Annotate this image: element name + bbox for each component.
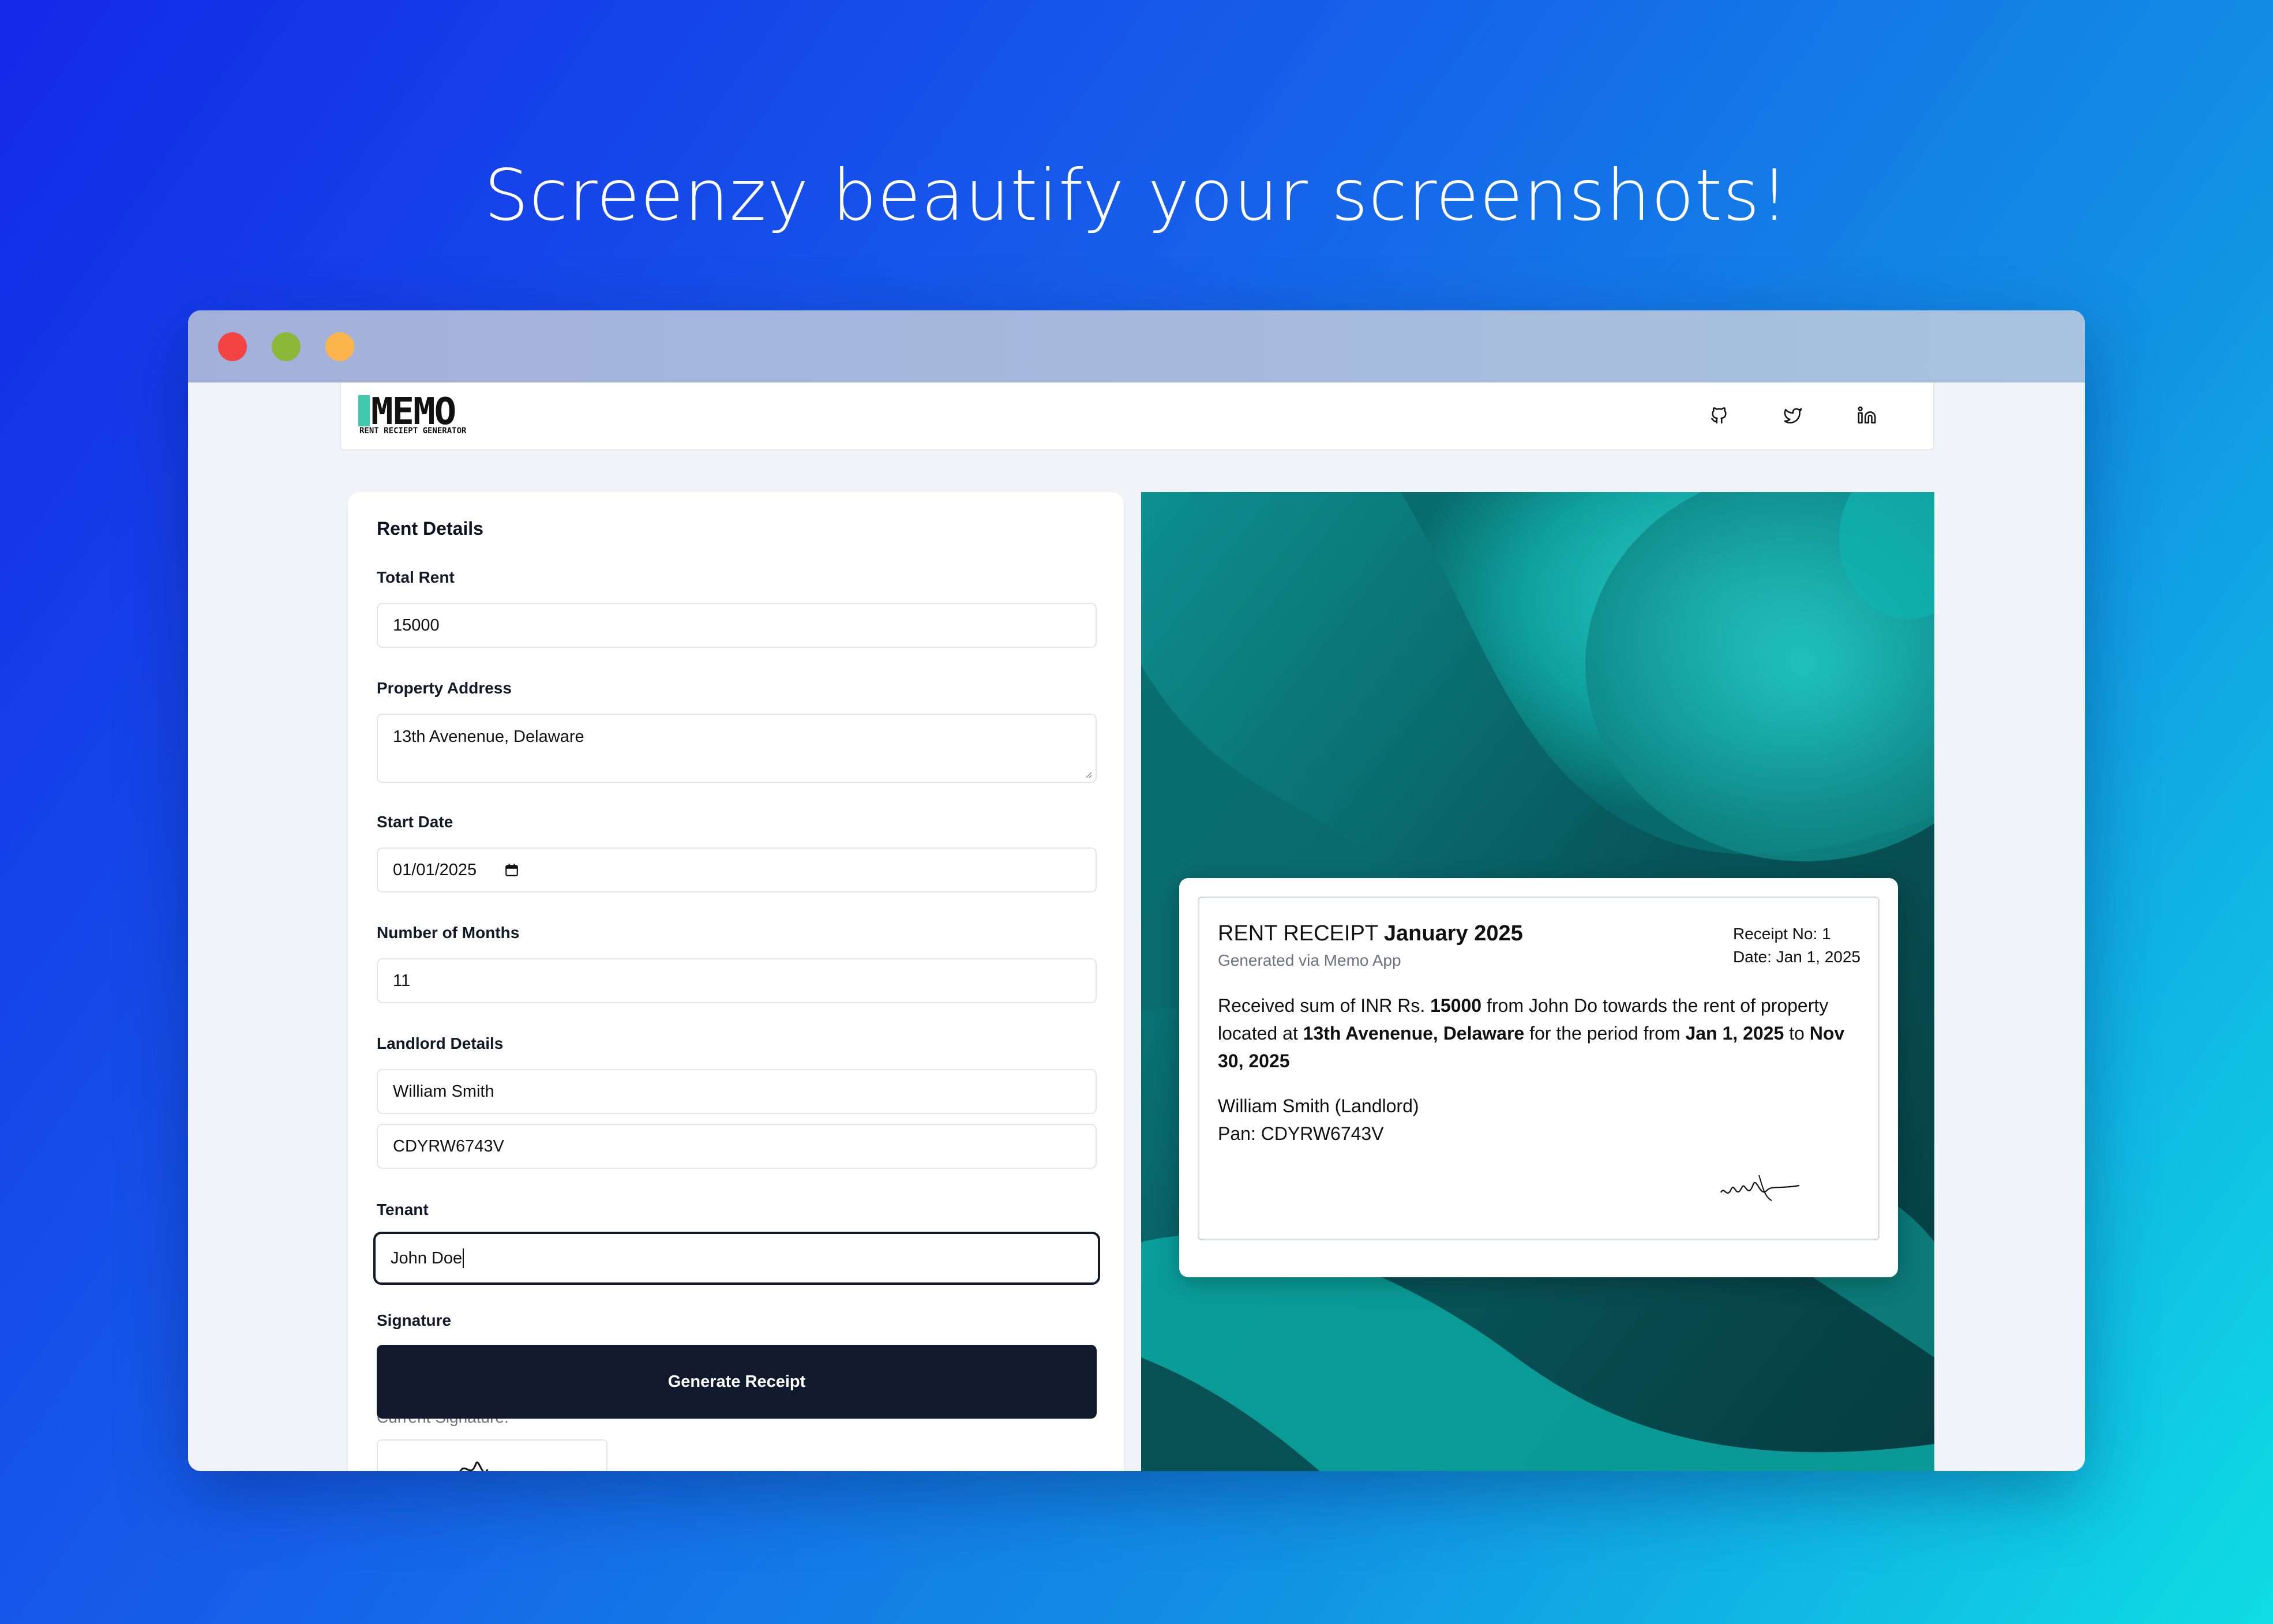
total-rent-value: 15000 [393,616,440,635]
receipt-date: Date: Jan 1, 2025 [1732,948,1861,966]
landlord-pan-value: CDYRW6743V [393,1137,504,1156]
start-date-input[interactable]: 01/01/2025 [377,847,1097,892]
memo-logo[interactable]: MEMO RENT RECIEPT GENERATOR [358,391,479,437]
signature-image [459,1461,489,1471]
logo-subtitle: RENT RECIEPT GENERATOR [359,426,467,436]
maximize-window-button[interactable] [272,332,301,361]
landlord-name-value: William Smith [393,1082,494,1101]
top-navbar: MEMO RENT RECIEPT GENERATOR [340,382,1934,451]
github-icon[interactable] [1706,402,1732,429]
receipt-border: RENT RECEIPT January 2025 Generated via … [1198,897,1880,1240]
months-input[interactable]: 11 [377,958,1097,1003]
logo-accent-bar [358,395,370,426]
browser-window: MEMO RENT RECIEPT GENERATOR Rent Details… [188,310,2085,1471]
signature-label: Signature [377,1311,452,1329]
close-window-button[interactable] [218,332,247,361]
landlord-name-input[interactable]: William Smith [377,1069,1097,1114]
twitter-icon[interactable] [1780,402,1806,429]
rent-details-title: Rent Details [377,518,483,539]
receipt-title-month: January 2025 [1383,921,1523,946]
start-date-label: Start Date [377,813,453,831]
receipt-body-text-4: to [1789,1023,1805,1044]
tenant-input[interactable]: John Doe [373,1232,1100,1285]
total-rent-label: Total Rent [377,568,455,586]
calendar-icon[interactable] [504,862,519,877]
linkedin-icon[interactable] [1854,402,1880,429]
promo-headline: Screenzy beautify your screenshots! [483,155,1790,237]
receipt-number: Receipt No: 1 [1732,925,1831,943]
text-caret [463,1248,464,1268]
receipt-landlord-pan: Pan: CDYRW6743V [1218,1123,1384,1144]
property-address-value: 13th Avenenue, Delaware [393,727,584,746]
tenant-label: Tenant [377,1201,429,1218]
resize-grip-icon[interactable] [1084,770,1092,778]
receipt-subtitle: Generated via Memo App [1218,951,1401,969]
generate-receipt-button[interactable]: Generate Receipt [377,1345,1097,1419]
receipt-preview-panel: RENT RECEIPT January 2025 Generated via … [1141,492,1934,1471]
receipt-card: RENT RECEIPT January 2025 Generated via … [1179,878,1898,1277]
receipt-from-date: Jan 1, 2025 [1685,1023,1784,1044]
months-label: Number of Months [377,924,520,942]
property-address-label: Property Address [377,679,512,697]
start-date-value: 01/01/2025 [393,860,477,879]
receipt-landlord-name: William Smith (Landlord) [1218,1096,1419,1116]
window-titlebar [188,310,2085,382]
receipt-title-prefix: RENT RECEIPT [1218,921,1378,946]
rent-details-card: Rent Details Total Rent 15000 Property A… [348,492,1124,1471]
tenant-value: John Doe [391,1248,463,1267]
receipt-body: Received sum of INR Rs. 15000 from John … [1218,992,1864,1075]
receipt-title: RENT RECEIPT January 2025 [1218,921,1523,946]
receipt-landlord-block: William Smith (Landlord) Pan: CDYRW6743V [1218,1092,1419,1147]
months-value: 11 [393,971,411,990]
receipt-body-text-3: for the period from [1529,1023,1681,1044]
receipt-meta: Receipt No: 1 Date: Jan 1, 2025 [1733,922,1861,969]
receipt-signature-image [1720,1175,1800,1201]
landlord-details-label: Landlord Details [377,1034,504,1052]
current-signature-box [377,1439,607,1471]
receipt-body-text-1: Received sum of INR Rs. [1218,995,1426,1016]
receipt-address: 13th Avenenue, Delaware [1303,1023,1525,1044]
app-viewport: MEMO RENT RECIEPT GENERATOR Rent Details… [188,382,2085,1471]
total-rent-input[interactable]: 15000 [377,603,1097,648]
property-address-textarea[interactable]: 13th Avenenue, Delaware [377,714,1097,783]
receipt-amount: 15000 [1430,995,1482,1016]
landlord-pan-input[interactable]: CDYRW6743V [377,1124,1097,1169]
minimize-window-button[interactable] [325,332,354,361]
